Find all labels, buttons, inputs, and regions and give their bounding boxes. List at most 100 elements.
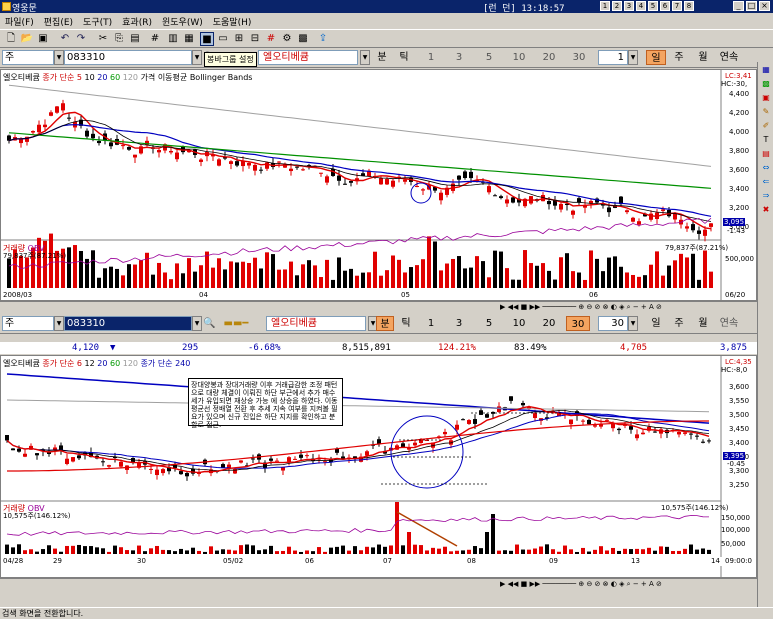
screen-button[interactable]: 5 xyxy=(648,1,658,11)
period-select[interactable]: 1 xyxy=(598,50,628,65)
redo-icon[interactable]: ↷ xyxy=(74,32,88,46)
arrow-left-right-icon[interactable]: ⇔ xyxy=(760,163,772,174)
candle xyxy=(391,180,395,187)
period-select[interactable]: 30 xyxy=(598,316,628,331)
volume-bar xyxy=(247,262,251,288)
window-icon[interactable]: ▭ xyxy=(216,32,230,46)
bottom-price-chart[interactable]: 엘오티베큠 종가 단순 6 12 20 60 120 종가 단순 240 LC:… xyxy=(0,355,757,578)
span-month[interactable]: 월 xyxy=(694,50,712,65)
period-20[interactable]: 20 xyxy=(538,316,560,331)
chevron-down-icon[interactable]: ▼ xyxy=(628,316,638,331)
market-select[interactable]: 주 xyxy=(2,50,54,65)
screen-button[interactable]: 7 xyxy=(672,1,682,11)
chevron-down-icon[interactable]: ▼ xyxy=(192,316,202,331)
period-1[interactable]: 1 xyxy=(420,316,442,331)
menu-item[interactable]: 효과(R) xyxy=(117,13,157,29)
delete-icon[interactable]: ✖ xyxy=(760,205,772,216)
window-button[interactable]: × xyxy=(759,1,770,11)
screen-button[interactable]: 6 xyxy=(660,1,670,11)
chevron-down-icon[interactable]: ▼ xyxy=(360,50,370,65)
settings-icon[interactable]: ⚙ xyxy=(280,32,294,46)
span-week[interactable]: 주 xyxy=(670,316,688,331)
volume-bar xyxy=(653,550,657,554)
palette-icon[interactable]: ▩ xyxy=(296,32,310,46)
span-continuous[interactable]: 연속 xyxy=(716,50,742,65)
candle xyxy=(127,147,131,150)
tool-icon[interactable]: ▩ xyxy=(760,79,772,90)
screen-button[interactable]: 1 xyxy=(600,1,610,11)
chevron-down-icon[interactable]: ▼ xyxy=(628,50,638,65)
y-tick: 3,600 xyxy=(729,166,750,174)
period-20[interactable]: 20 xyxy=(538,50,560,65)
bar-group-icon[interactable]: ■ xyxy=(200,32,214,46)
chevron-down-icon[interactable]: ▼ xyxy=(54,316,64,331)
nav-controls[interactable]: ▶ ◀◀ ■ ▶▶ ──────── ⊕ ⊖ ⊘ ⊗ ◐ ◈ ⌕ − + A ⊘ xyxy=(500,303,662,312)
screen-button[interactable]: 4 xyxy=(636,1,646,11)
open-folder-icon[interactable]: 📂 xyxy=(20,32,34,46)
volume-bar xyxy=(83,546,87,554)
menu-item[interactable]: 편집(E) xyxy=(39,13,78,29)
arrow-right-icon[interactable]: ⇒ xyxy=(760,191,772,202)
stock-code-input[interactable]: 083310 xyxy=(64,316,192,331)
chart-icon[interactable]: ▥ xyxy=(166,32,180,46)
screen-button[interactable]: 3 xyxy=(624,1,634,11)
tool-icon[interactable]: ▤ xyxy=(760,149,772,160)
undo-icon[interactable]: ↶ xyxy=(58,32,72,46)
span-week[interactable]: 주 xyxy=(670,50,688,65)
screen-button[interactable]: 2 xyxy=(612,1,622,11)
cut-icon[interactable]: ✂ xyxy=(96,32,110,46)
zoom-icon[interactable]: ⊞ xyxy=(232,32,246,46)
period-5[interactable]: 5 xyxy=(478,316,500,331)
period-1[interactable]: 1 xyxy=(420,50,442,65)
volume-bar xyxy=(29,549,33,554)
new-file-icon[interactable]: 🗋 xyxy=(4,32,18,46)
market-select[interactable]: 주 xyxy=(2,316,54,331)
export-icon[interactable]: ⇪ xyxy=(316,32,330,46)
unit-tick[interactable]: 틱 xyxy=(398,316,414,331)
candle xyxy=(65,458,69,464)
unit-tick[interactable]: 틱 xyxy=(396,50,412,65)
chart2-icon[interactable]: ▦ xyxy=(182,32,196,46)
pencil-icon[interactable]: ✎ xyxy=(760,107,772,118)
save-icon[interactable]: ▣ xyxy=(36,32,50,46)
menu-item[interactable]: 도구(T) xyxy=(78,13,117,29)
period-30[interactable]: 30 xyxy=(566,316,590,331)
paste-icon[interactable]: ▤ xyxy=(128,32,142,46)
candle xyxy=(293,458,297,460)
unit-minute[interactable]: 분 xyxy=(374,50,390,65)
tile-icon[interactable]: ⊟ xyxy=(248,32,262,46)
arrow-left-icon[interactable]: ⇐ xyxy=(760,177,772,188)
screen-button[interactable]: 8 xyxy=(684,1,694,11)
candle xyxy=(587,419,591,425)
span-continuous[interactable]: 연속 xyxy=(716,316,742,331)
span-month[interactable]: 월 xyxy=(694,316,712,331)
unit-minute[interactable]: 분 xyxy=(376,316,394,331)
last-change: -0.45 xyxy=(727,460,746,468)
period-3[interactable]: 3 xyxy=(448,50,470,65)
chevron-down-icon[interactable]: ▼ xyxy=(54,50,64,65)
period-5[interactable]: 5 xyxy=(478,50,500,65)
copy-icon[interactable]: ⎘ xyxy=(112,32,126,46)
grid-icon[interactable]: # xyxy=(148,32,162,46)
menu-item[interactable]: 파일(F) xyxy=(0,13,39,29)
menu-item[interactable]: 도움말(H) xyxy=(208,13,257,29)
span-day[interactable]: 일 xyxy=(646,50,666,65)
chevron-down-icon[interactable]: ▼ xyxy=(192,50,202,65)
period-3[interactable]: 3 xyxy=(448,316,470,331)
tool-icon[interactable]: ▦ xyxy=(760,65,772,76)
menu-item[interactable]: 윈도우(W) xyxy=(157,13,208,29)
span-day[interactable]: 일 xyxy=(646,316,666,331)
brush-icon[interactable]: ✐ xyxy=(760,121,772,132)
period-10[interactable]: 10 xyxy=(508,50,530,65)
period-30[interactable]: 30 xyxy=(568,50,590,65)
window-button[interactable]: _ xyxy=(733,1,744,11)
window-button[interactable]: □ xyxy=(746,1,757,11)
hash-icon[interactable]: # xyxy=(264,32,278,46)
text-icon[interactable]: T xyxy=(760,135,772,146)
stock-code-input[interactable]: 083310 xyxy=(64,50,192,65)
period-10[interactable]: 10 xyxy=(508,316,530,331)
top-price-chart[interactable]: 엘오티베큠 종가 단순 5 10 20 60 120 가격 이동평균 Bolli… xyxy=(0,69,757,301)
nav-controls[interactable]: ▶ ◀◀ ■ ▶▶ ──────── ⊕ ⊖ ⊘ ⊗ ◐ ◈ ⌕ − + A ⊘ xyxy=(500,580,662,589)
tool-icon[interactable]: ▣ xyxy=(760,93,772,104)
search-icon[interactable]: 🔍 xyxy=(203,316,215,331)
